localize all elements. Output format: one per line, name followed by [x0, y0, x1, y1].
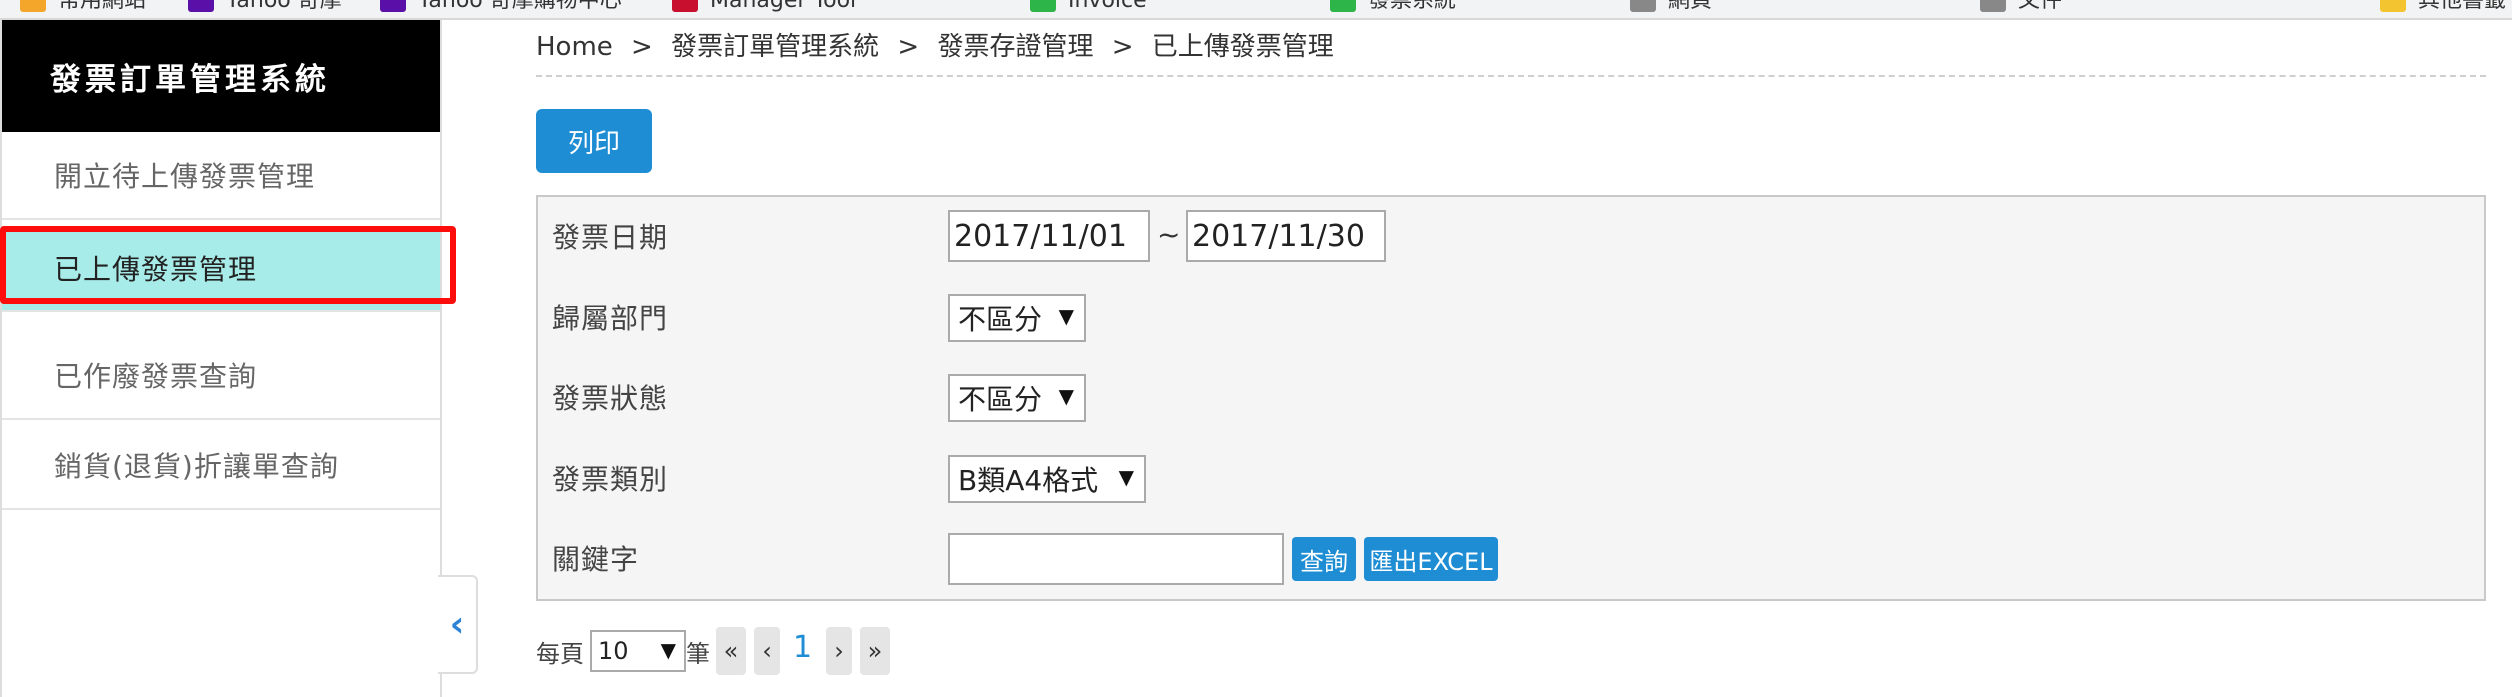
- status-label: 發票狀態: [552, 382, 669, 415]
- last-page-button[interactable]: »: [860, 627, 890, 675]
- folder-icon: [2380, 0, 2406, 12]
- sidebar-item-label: 開立待上傳發票管理: [54, 160, 316, 193]
- first-page-button[interactable]: «: [716, 627, 746, 675]
- date-range-separator: ~: [1157, 218, 1181, 251]
- chevron-left-icon: ‹: [449, 604, 465, 645]
- date-from-input[interactable]: 2017/11/01: [948, 210, 1150, 262]
- bookmark-item[interactable]: Invoice: [1030, 0, 1147, 12]
- date-to-input[interactable]: 2017/11/30: [1186, 210, 1386, 262]
- sidebar: 發票訂單管理系統 開立待上傳發票管理 已上傳發票管理 已作廢發票查詢 銷貨(退貨…: [0, 20, 442, 697]
- sidebar-item-voided[interactable]: 已作廢發票查詢: [2, 332, 440, 420]
- bookmark-item[interactable]: 發票系統: [1330, 0, 1456, 12]
- prev-page-button[interactable]: ‹: [754, 627, 780, 675]
- page-icon: [1630, 0, 1656, 12]
- sidebar-collapse-button[interactable]: ‹: [438, 575, 478, 674]
- bookmark-item[interactable]: 其他書籤: [2380, 0, 2506, 12]
- sidebar-item-label: 銷貨(退貨)折讓單查詢: [54, 450, 339, 483]
- dropdown-arrow-icon: ▼: [1058, 304, 1074, 328]
- dropdown-arrow-icon: ▼: [1118, 465, 1134, 489]
- page-icon: [1980, 0, 2006, 12]
- type-select[interactable]: B類A4格式 ▼: [948, 455, 1146, 503]
- bookmark-site-icon: [1330, 0, 1356, 12]
- sidebar-item-label: 已作廢發票查詢: [54, 360, 258, 393]
- sidebar-item-allowance[interactable]: 銷貨(退貨)折讓單查詢: [2, 422, 440, 510]
- bookmark-item[interactable]: 網頁: [1630, 0, 1712, 12]
- type-label: 發票類別: [552, 463, 669, 496]
- department-select-value: 不區分: [958, 303, 1043, 336]
- invoice-date-label: 發票日期: [552, 221, 669, 254]
- apps-icon: [20, 0, 46, 12]
- breadcrumb-separator: >: [1111, 32, 1134, 62]
- breadcrumb-current: 已上傳發票管理: [1151, 32, 1334, 62]
- per-page-select[interactable]: 10 ▼: [590, 630, 686, 672]
- breadcrumb-separator: >: [631, 32, 653, 62]
- print-button[interactable]: 列印: [536, 109, 652, 173]
- sidebar-item-pending-upload[interactable]: 開立待上傳發票管理: [2, 132, 440, 220]
- export-excel-button[interactable]: 匯出EXCEL: [1364, 537, 1498, 581]
- bookmark-item[interactable]: Yahoo 奇摩: [188, 0, 342, 12]
- breadcrumb-separator: >: [897, 32, 920, 62]
- breadcrumb-system[interactable]: 發票訂單管理系統: [671, 32, 879, 62]
- brand-title: 發票訂單管理系統: [2, 20, 440, 132]
- yahoo-icon: [188, 0, 214, 12]
- next-page-button[interactable]: ›: [826, 627, 852, 675]
- breadcrumb: Home > 發票訂單管理系統 > 發票存證管理 > 已上傳發票管理: [536, 26, 1334, 63]
- filter-panel: [536, 195, 2486, 601]
- bookmark-item[interactable]: Yahoo 奇摩購物中心: [380, 0, 622, 12]
- bookmark-item[interactable]: 文件: [1980, 0, 2062, 12]
- per-page-value: 10: [598, 637, 629, 665]
- keyword-input[interactable]: [948, 533, 1284, 585]
- bookmarks-bar: 常用網站 Yahoo 奇摩 Yahoo 奇摩購物中心 Manager Tool …: [0, 0, 2512, 20]
- per-page-unit: 筆: [686, 640, 710, 668]
- breadcrumb-home[interactable]: Home: [536, 32, 613, 62]
- type-select-value: B類A4格式: [958, 464, 1099, 497]
- breadcrumb-storage[interactable]: 發票存證管理: [937, 32, 1093, 62]
- selection-highlight: [0, 226, 456, 304]
- department-select[interactable]: 不區分 ▼: [948, 294, 1086, 342]
- divider: [536, 75, 2486, 77]
- bookmark-site-icon: [672, 0, 698, 12]
- keyword-label: 關鍵字: [552, 543, 640, 576]
- status-select[interactable]: 不區分 ▼: [948, 374, 1086, 422]
- current-page-number[interactable]: 1: [793, 630, 812, 665]
- department-label: 歸屬部門: [552, 302, 669, 335]
- status-select-value: 不區分: [958, 383, 1043, 416]
- bookmark-site-icon: [1030, 0, 1056, 12]
- dropdown-arrow-icon: ▼: [660, 638, 676, 662]
- search-button[interactable]: 查詢: [1292, 537, 1356, 581]
- dropdown-arrow-icon: ▼: [1058, 384, 1074, 408]
- per-page-label: 每頁: [536, 640, 584, 668]
- yahoo-icon: [380, 0, 406, 12]
- bookmark-item[interactable]: 常用網站: [20, 0, 146, 12]
- bookmark-item[interactable]: Manager Tool: [672, 0, 856, 12]
